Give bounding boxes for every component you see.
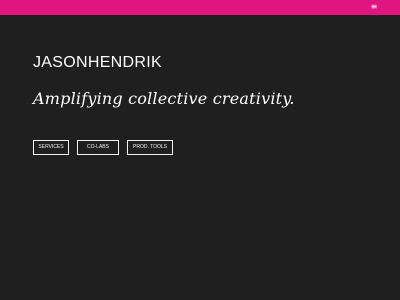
prod-tools-button[interactable]: PROD. TOOLS (127, 140, 173, 155)
site-title: JASONHENDRIK (33, 54, 162, 71)
page: ≡ JASONHENDRIK Amplifying collective cre… (0, 0, 400, 300)
hamburger-menu-icon: ≡ (370, 2, 378, 11)
hero-nav: SERVICES CO-LABS PROD. TOOLS (33, 140, 173, 155)
hero: JASONHENDRIK Amplifying collective creat… (33, 53, 373, 109)
menu-button[interactable]: ≡ (368, 1, 380, 13)
services-button[interactable]: SERVICES (33, 140, 69, 155)
top-bar: ≡ (0, 0, 400, 15)
tagline: Amplifying collective creativity. (33, 89, 295, 108)
co-labs-button[interactable]: CO-LABS (77, 140, 119, 155)
